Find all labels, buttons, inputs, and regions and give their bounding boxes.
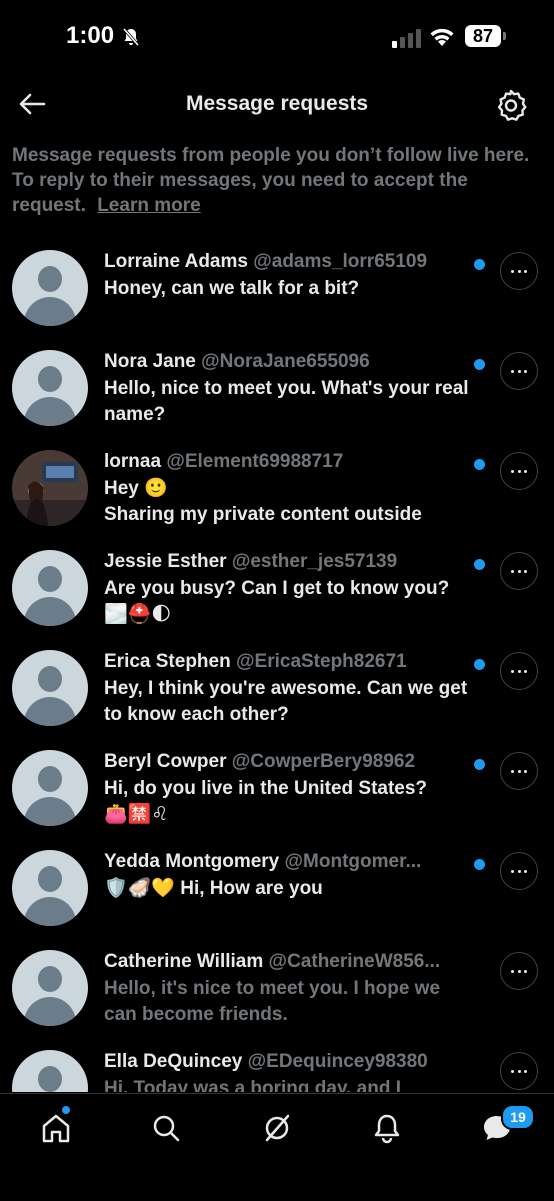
list-item[interactable]: Jessie Esther @esther_jes57139 Are you b…: [0, 540, 554, 640]
bell-icon[interactable]: [367, 1108, 407, 1148]
list-item[interactable]: Ella DeQuincey @EDequincey98380 Hi. Toda…: [0, 1040, 554, 1092]
more-options-button[interactable]: [500, 852, 538, 890]
avatar[interactable]: [12, 750, 88, 826]
message-line: 👛🈲♌: [104, 804, 169, 825]
status-bar: 1:00 87: [0, 0, 554, 70]
profile-photo: [12, 450, 88, 526]
message-preview: Hey, I think you're awesome. Can we get …: [104, 678, 468, 725]
more-options-button[interactable]: [500, 452, 538, 490]
avatar[interactable]: [12, 950, 88, 1026]
list-item[interactable]: Beryl Cowper @CowperBery98962 Hi, do you…: [0, 740, 554, 840]
list-item[interactable]: lornaa @Element69988717 Hey 🙂 Sharing my…: [0, 440, 554, 540]
more-options-button[interactable]: [500, 752, 538, 790]
request-text: Lorraine Adams @adams_lorr65109 Honey, c…: [104, 250, 474, 302]
message-preview: Hey 🙂 Sharing my private content outside: [104, 476, 474, 528]
unread-dot: [474, 359, 485, 370]
unread-dot: [474, 759, 485, 770]
message-preview: Hi, do you live in the United States? 👛🈲…: [104, 776, 474, 828]
sender-handle: @EricaSteph82671: [236, 651, 407, 672]
unread-dot: [474, 859, 485, 870]
avatar[interactable]: [12, 450, 88, 526]
sender-name: Nora Jane: [104, 351, 196, 372]
home-notification-dot: [62, 1106, 70, 1114]
list-item[interactable]: Catherine William @CatherineW856... Hell…: [0, 940, 554, 1040]
more-options-button[interactable]: [500, 552, 538, 590]
battery-level: 87: [465, 25, 501, 47]
sender-name: Lorraine Adams: [104, 251, 248, 272]
avatar[interactable]: [12, 550, 88, 626]
message-preview: 🛡️🦪💛 Hi, How are you: [104, 878, 323, 899]
message-requests-notice: Message requests from people you don’t f…: [12, 143, 542, 218]
unread-dot: [474, 459, 485, 470]
more-options-button[interactable]: [500, 952, 538, 990]
request-text: Jessie Esther @esther_jes57139 Are you b…: [104, 550, 474, 628]
sender-name: Catherine William: [104, 951, 264, 972]
request-text: Yedda Montgomery @Montgomer... 🛡️🦪💛 Hi, …: [104, 850, 474, 902]
request-text: Beryl Cowper @CowperBery98962 Hi, do you…: [104, 750, 474, 828]
sender-name: lornaa: [104, 451, 162, 472]
learn-more-link[interactable]: Learn more: [97, 195, 200, 216]
avatar[interactable]: [12, 350, 88, 426]
more-options-button[interactable]: [500, 252, 538, 290]
sender-handle: @CatherineW856...: [268, 951, 441, 972]
message-preview: Honey, can we talk for a bit?: [104, 278, 360, 299]
wifi-icon: [430, 28, 454, 46]
list-item[interactable]: Nora Jane @NoraJane655096 Hello, nice to…: [0, 340, 554, 440]
sender-name: Beryl Cowper: [104, 751, 227, 772]
gear-icon[interactable]: [494, 88, 528, 122]
sender-handle: @Montgomer...: [284, 851, 422, 872]
list-item[interactable]: Lorraine Adams @adams_lorr65109 Honey, c…: [0, 240, 554, 340]
avatar[interactable]: [12, 250, 88, 326]
request-text: Ella DeQuincey @EDequincey98380 Hi. Toda…: [104, 1050, 474, 1092]
search-icon[interactable]: [146, 1108, 186, 1148]
battery-tip: [503, 32, 506, 40]
message-line: Hey 🙂: [104, 478, 168, 499]
request-text: Nora Jane @NoraJane655096 Hello, nice to…: [104, 350, 474, 428]
request-text: Catherine William @CatherineW856... Hell…: [104, 950, 474, 1028]
grok-icon[interactable]: [257, 1108, 297, 1148]
sender-handle: @CowperBery98962: [231, 751, 416, 772]
sender-name: Erica Stephen: [104, 651, 231, 672]
avatar[interactable]: [12, 1050, 88, 1092]
message-request-list: Lorraine Adams @adams_lorr65109 Honey, c…: [0, 240, 554, 1092]
status-time: 1:00: [66, 22, 115, 49]
sender-name: Ella DeQuincey: [104, 1051, 243, 1072]
page-title: Message requests: [185, 92, 369, 115]
sender-handle: @NoraJane655096: [201, 351, 370, 372]
unread-dot: [474, 559, 485, 570]
notice-text: Message requests from people you don’t f…: [12, 145, 530, 216]
message-line: Are you busy? Can I get to know you?: [104, 578, 450, 599]
list-item[interactable]: Yedda Montgomery @Montgomer... 🛡️🦪💛 Hi, …: [0, 840, 554, 940]
list-item[interactable]: Erica Stephen @EricaSteph82671 Hey, I th…: [0, 640, 554, 740]
unread-dot: [474, 659, 485, 670]
more-options-button[interactable]: [500, 652, 538, 690]
unread-dot: [474, 259, 485, 270]
bottom-tab-bar: 19: [0, 1093, 554, 1201]
sender-name: Yedda Montgomery: [104, 851, 280, 872]
sender-handle: @esther_jes57139: [231, 551, 398, 572]
message-preview: Hi. Today was a boring day, and I: [104, 1078, 402, 1092]
message-line: 🌫️⛑️🌓: [104, 604, 172, 625]
message-preview: Hello, nice to meet you. What's your rea…: [104, 378, 469, 425]
sender-handle: @EDequincey98380: [247, 1051, 428, 1072]
messages-badge: 19: [501, 1104, 535, 1130]
message-line: Hi, do you live in the United States?: [104, 778, 428, 799]
home-icon[interactable]: [36, 1108, 76, 1148]
signal-icon: [392, 29, 421, 48]
message-preview: Hello, it's nice to meet you. I hope we …: [104, 978, 441, 1025]
more-options-button[interactable]: [500, 1052, 538, 1090]
header: Message requests: [0, 78, 554, 134]
avatar[interactable]: [12, 650, 88, 726]
sender-handle: @adams_lorr65109: [253, 251, 428, 272]
request-text: lornaa @Element69988717 Hey 🙂 Sharing my…: [104, 450, 474, 528]
sender-handle: @Element69988717: [166, 451, 344, 472]
request-text: Erica Stephen @EricaSteph82671 Hey, I th…: [104, 650, 474, 728]
message-preview: Are you busy? Can I get to know you? 🌫️⛑…: [104, 576, 474, 628]
bell-off-icon: [122, 28, 140, 46]
more-options-button[interactable]: [500, 352, 538, 390]
sender-name: Jessie Esther: [104, 551, 227, 572]
avatar[interactable]: [12, 850, 88, 926]
message-line: Sharing my private content outside: [104, 504, 422, 525]
